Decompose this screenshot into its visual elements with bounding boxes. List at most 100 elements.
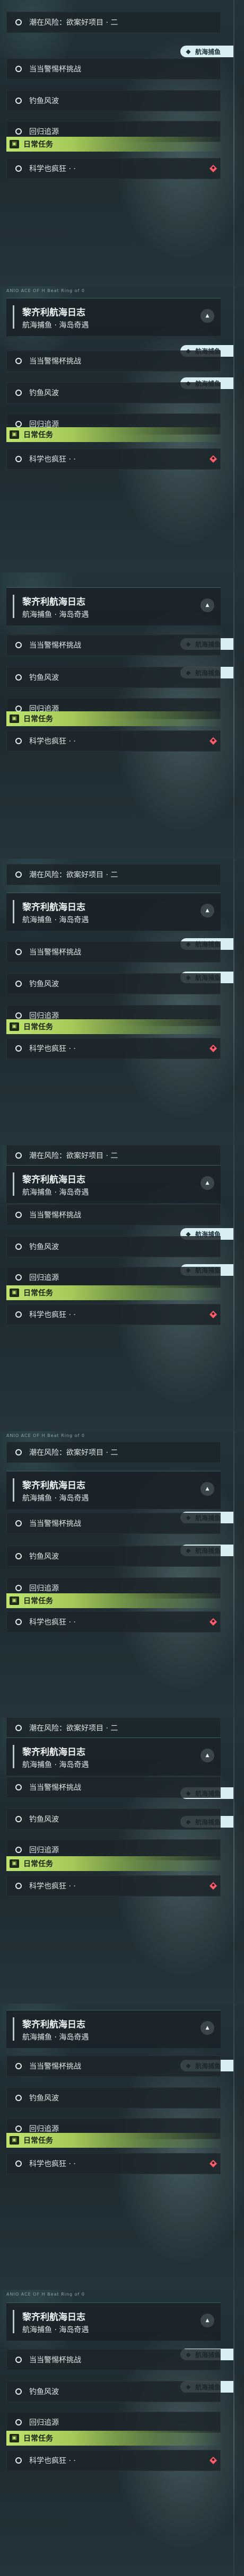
daily-task-header[interactable]: ▣ 日常任务	[6, 427, 221, 442]
collapse-button[interactable]: ▲	[201, 2021, 214, 2035]
top-caption: ANIO ACE OF H Beat Ring of 0	[6, 288, 85, 293]
collapse-button[interactable]: ▲	[201, 1749, 214, 1762]
quest-row-science-madness[interactable]: 科学也疯狂 · ·	[6, 2153, 221, 2174]
quest-row-pirate-challenge[interactable]: 当当警惕杯挑战	[6, 634, 221, 656]
quest-row-weird-rumor[interactable]: 潮在风险：欲案好项目 · 二	[6, 12, 221, 33]
quest-row-label: 当当警惕杯挑战	[29, 948, 81, 957]
quest-row-fishing-storm[interactable]: 钓鱼风波	[6, 90, 221, 111]
quest-row-pirate-challenge[interactable]: 当当警惕杯挑战	[6, 2349, 221, 2370]
daily-task-header[interactable]: ▣ 日常任务	[6, 1593, 221, 1608]
quest-row-label: 科学也疯狂 · ·	[29, 737, 76, 746]
quest-category-tag-label: 航海捕鱼	[195, 48, 221, 56]
quest-row-science-madness[interactable]: 科学也疯狂 · ·	[6, 1304, 221, 1325]
quest-row-label: 当当警惕杯挑战	[29, 641, 81, 650]
daily-task-label: 日常任务	[23, 1860, 53, 1868]
daily-task-header[interactable]: ▣ 日常任务	[6, 711, 221, 726]
quest-row-weird-rumor[interactable]: 潮在风险：欲案好项目 · 二	[6, 1442, 221, 1463]
quest-row-fishing-storm[interactable]: 钓鱼风波	[6, 2381, 221, 2402]
quest-status-circle-icon	[15, 981, 22, 987]
quest-row-pirate-challenge[interactable]: 当当警惕杯挑战	[6, 941, 221, 963]
quest-group-header[interactable]: 黎齐利航海日志 航海捕鱼 · 海岛奇遇 ▲	[6, 893, 221, 931]
tracker-panel: 黎齐利航海日志航海捕鱼 · 海岛奇遇▲◆航海捕鱼当当警惕杯挑战◆航海捕鱼钓鱼风波…	[0, 572, 244, 859]
daily-task-header[interactable]: ▣ 日常任务	[6, 1856, 221, 1871]
quest-row-science-madness[interactable]: 科学也疯狂 · ·	[6, 1038, 221, 1059]
quest-group-header[interactable]: 黎齐利航海日志 航海捕鱼 · 海岛奇遇 ▲	[6, 2010, 221, 2048]
quest-row-science-madness[interactable]: 科学也疯狂 · ·	[6, 1875, 221, 1896]
quest-row-pirate-challenge[interactable]: 当当警惕杯挑战	[6, 58, 221, 80]
quest-row-science-madness[interactable]: 科学也疯狂 · ·	[6, 1611, 221, 1633]
daily-task-header[interactable]: ▣ 日常任务	[6, 2431, 221, 2446]
quest-group-header[interactable]: 黎齐利航海日志 航海捕鱼 · 海岛奇遇 ▲	[6, 1165, 221, 1203]
quest-row-pirate-challenge[interactable]: 当当警惕杯挑战	[6, 1777, 221, 1798]
daily-task-header[interactable]: ▣ 日常任务	[6, 1285, 221, 1300]
quest-group-subtitle: 航海捕鱼 · 海岛奇遇	[22, 611, 89, 619]
quest-status-circle-icon	[15, 1883, 22, 1889]
daily-task-label: 日常任务	[23, 1597, 53, 1605]
quest-row-weird-rumor[interactable]: 潮在风险：欲案好项目 · 二	[6, 1717, 221, 1739]
quest-row-science-madness[interactable]: 科学也疯狂 · ·	[6, 158, 221, 179]
quest-row-label: 潮在风险：欲案好项目 · 二	[29, 19, 118, 27]
quest-group-title: 黎齐利航海日志	[22, 1175, 85, 1185]
quest-status-circle-icon	[15, 1274, 22, 1281]
quest-tracked-marker-icon	[209, 2159, 217, 2168]
quest-row-return-trace[interactable]: 回归追源	[6, 1267, 221, 1288]
chevron-up-icon: ▲	[205, 908, 210, 913]
quest-group-subtitle: 航海捕鱼 · 海岛奇遇	[22, 2326, 89, 2334]
collapse-button[interactable]: ▲	[201, 309, 214, 323]
quest-row-fishing-storm[interactable]: 钓鱼风波	[6, 1546, 221, 1567]
quest-row-science-madness[interactable]: 科学也疯狂 · ·	[6, 448, 221, 470]
quest-row-fishing-storm[interactable]: 钓鱼风波	[6, 1809, 221, 1830]
quest-row-fishing-storm[interactable]: 钓鱼风波	[6, 1236, 221, 1257]
quest-tracked-marker-icon	[209, 2456, 217, 2465]
quest-status-circle-icon	[15, 165, 22, 172]
quest-row-science-madness[interactable]: 科学也疯狂 · ·	[6, 2450, 221, 2471]
collapse-button[interactable]: ▲	[201, 1176, 214, 1190]
quest-row-label: 钓鱼风波	[29, 1552, 59, 1561]
quest-row-return-trace[interactable]: 回归追源	[6, 2412, 221, 2433]
quest-group-header[interactable]: 黎齐利航海日志 航海捕鱼 · 海岛奇遇 ▲	[6, 2302, 221, 2341]
quest-row-fishing-storm[interactable]: 钓鱼风波	[6, 973, 221, 994]
quest-group-accent-bar	[13, 595, 14, 618]
quest-row-fishing-storm[interactable]: 钓鱼风波	[6, 2087, 221, 2109]
quest-category-tag[interactable]: ◆ 航海捕鱼	[180, 46, 233, 57]
collapse-button[interactable]: ▲	[201, 598, 214, 612]
quest-row-pirate-challenge[interactable]: 当当警惕杯挑战	[6, 2055, 221, 2077]
chevron-up-icon: ▲	[205, 603, 210, 608]
collapse-button[interactable]: ▲	[201, 2314, 214, 2327]
daily-task-icon: ▣	[10, 1022, 19, 1031]
quest-row-science-madness[interactable]: 科学也疯狂 · ·	[6, 730, 221, 752]
collapse-button[interactable]: ▲	[201, 904, 214, 918]
quest-row-weird-rumor[interactable]: 潮在风险：欲案好项目 · 二	[6, 864, 221, 885]
quest-group-header[interactable]: 黎齐利航海日志 航海捕鱼 · 海岛奇遇 ▲	[6, 587, 221, 625]
collapse-button[interactable]: ▲	[201, 1482, 214, 1496]
daily-task-header[interactable]: ▣ 日常任务	[6, 137, 221, 152]
quest-status-circle-icon	[15, 421, 22, 427]
quest-status-circle-icon	[15, 738, 22, 744]
daily-task-header[interactable]: ▣ 日常任务	[6, 2133, 221, 2148]
quest-row-pirate-challenge[interactable]: 当当警惕杯挑战	[6, 1513, 221, 1534]
quest-row-fishing-storm[interactable]: 钓鱼风波	[6, 382, 221, 403]
quest-status-circle-icon	[15, 98, 22, 104]
quest-row-label: 回归追源	[29, 2419, 59, 2427]
daily-task-header[interactable]: ▣ 日常任务	[6, 1019, 221, 1034]
quest-group-header[interactable]: 黎齐利航海日志 航海捕鱼 · 海岛奇遇 ▲	[6, 298, 221, 336]
quest-group-title: 黎齐利航海日志	[22, 902, 85, 913]
quest-status-circle-icon	[15, 2357, 22, 2363]
quest-tracked-marker-icon	[209, 1310, 217, 1319]
quest-tracked-marker-icon	[209, 455, 217, 463]
quest-row-label: 科学也疯狂 · ·	[29, 2160, 76, 2168]
tracker-panel: 潮在风险：欲案好项目 · 二黎齐利航海日志 航海捕鱼 · 海岛奇遇 ▲ 当当警惕杯挑战…	[0, 1145, 244, 1431]
quest-group-accent-bar	[13, 900, 14, 923]
quest-row-fishing-storm[interactable]: 钓鱼风波	[6, 667, 221, 688]
quest-status-circle-icon	[15, 1012, 22, 1019]
quest-group-header[interactable]: 黎齐利航海日志 航海捕鱼 · 海岛奇遇 ▲	[6, 1471, 221, 1509]
quest-status-circle-icon	[15, 2063, 22, 2069]
quest-status-circle-icon	[15, 1784, 22, 1790]
quest-row-pirate-challenge[interactable]: 当当警惕杯挑战	[6, 1204, 221, 1225]
quest-group-header[interactable]: 黎齐利航海日志 航海捕鱼 · 海岛奇遇 ▲	[6, 1737, 221, 1776]
tracker-panel: ANIO ACE OF H Beat Ring of 0 潮在风险：欲案好项目 ·…	[0, 1431, 244, 1717]
quest-row-weird-rumor[interactable]: 潮在风险：欲案好项目 · 二	[6, 1145, 221, 1166]
quest-tracked-marker-icon	[209, 1882, 217, 1890]
quest-row-pirate-challenge[interactable]: 当当警惕杯挑战	[6, 350, 221, 372]
quest-row-label: 潮在风险：欲案好项目 · 二	[29, 1724, 118, 1733]
